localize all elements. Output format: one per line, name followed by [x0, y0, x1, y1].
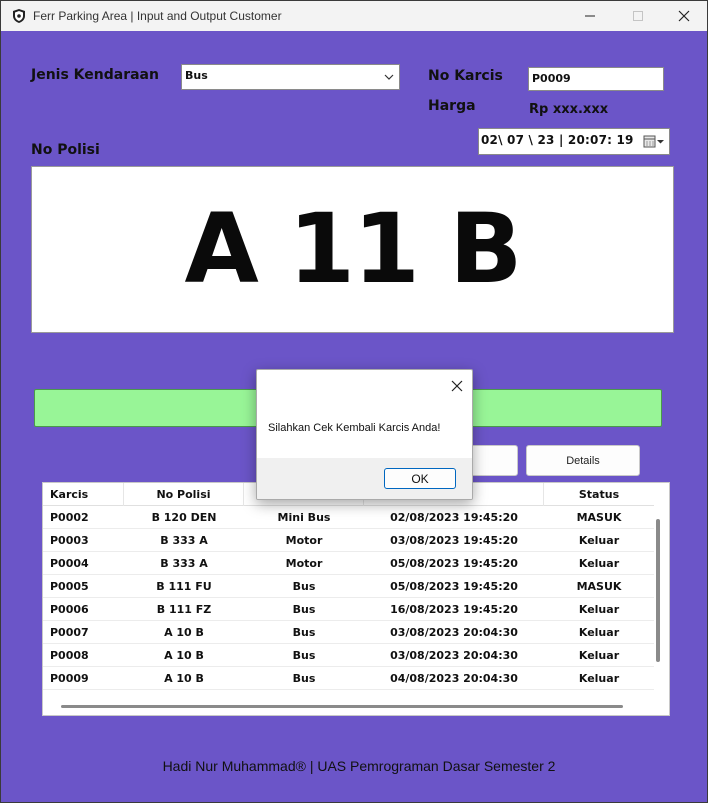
cell-status: Keluar	[578, 603, 620, 616]
cell-waktu: 05/08/2023 19:45:20	[390, 580, 518, 593]
datetime-picker[interactable]: 02\ 07 \ 23 | 20:07: 19	[478, 128, 670, 155]
main-window: Ferr Parking Area | Input and Output Cus…	[0, 0, 708, 803]
cell-karcis: P0005	[50, 580, 89, 593]
shield-icon	[13, 9, 25, 23]
cell-no-polisi: B 333 A	[160, 534, 208, 547]
cell-jenis: Mini Bus	[277, 511, 331, 524]
customer-table[interactable]: Karcis No Polisi Status P0002 B 120 DEN …	[42, 482, 670, 716]
close-window-button[interactable]	[661, 1, 707, 31]
header-no-polisi[interactable]: No Polisi	[124, 483, 244, 506]
harga-value: Rp xxx.xxx	[529, 102, 609, 117]
table-row[interactable]: P0008 A 10 B Bus 03/08/2023 20:04:30 Kel…	[43, 644, 654, 667]
table-row[interactable]: P0007 A 10 B Bus 03/08/2023 20:04:30 Kel…	[43, 621, 654, 644]
table-row[interactable]: P0003 B 333 A Motor 03/08/2023 19:45:20 …	[43, 529, 654, 552]
harga-label: Harga	[428, 98, 476, 114]
jenis-kendaraan-dropdown[interactable]: Bus	[181, 64, 400, 90]
jenis-kendaraan-value: Bus	[185, 69, 208, 82]
title-bar[interactable]: Ferr Parking Area | Input and Output Cus…	[1, 1, 707, 31]
close-icon	[678, 10, 690, 22]
jenis-kendaraan-label: Jenis Kendaraan	[31, 67, 159, 83]
cell-waktu: 03/08/2023 20:04:30	[390, 626, 518, 639]
cell-waktu: 03/08/2023 19:45:20	[390, 534, 518, 547]
cell-karcis: P0008	[50, 649, 89, 662]
table-row[interactable]: P0002 B 120 DEN Mini Bus 02/08/2023 19:4…	[43, 506, 654, 529]
message-dialog: Silahkan Cek Kembali Karcis Anda! OK	[256, 369, 473, 500]
plate-display: A 11 B	[31, 166, 674, 333]
cell-status: Keluar	[578, 626, 620, 639]
table-row[interactable]: P0004 B 333 A Motor 05/08/2023 19:45:20 …	[43, 552, 654, 575]
cell-waktu: 02/08/2023 19:45:20	[390, 511, 518, 524]
cell-jenis: Bus	[292, 672, 316, 685]
cell-karcis: P0004	[50, 557, 89, 570]
cell-jenis: Motor	[285, 534, 323, 547]
cell-waktu: 16/08/2023 19:45:20	[390, 603, 518, 616]
table-row[interactable]: P0006 B 111 FZ Bus 16/08/2023 19:45:20 K…	[43, 598, 654, 621]
cell-no-polisi: B 120 DEN	[151, 511, 217, 524]
vertical-scrollbar[interactable]	[656, 519, 660, 662]
cell-no-polisi: A 10 B	[164, 672, 204, 685]
chevron-down-icon	[384, 74, 394, 80]
table-row[interactable]: P0005 B 111 FU Bus 05/08/2023 19:45:20 M…	[43, 575, 654, 598]
horizontal-scrollbar[interactable]	[61, 705, 623, 708]
table-body: Karcis No Polisi Status P0002 B 120 DEN …	[43, 483, 654, 695]
ok-button[interactable]: OK	[384, 468, 456, 489]
cell-status: MASUK	[576, 580, 622, 593]
cell-jenis: Bus	[292, 649, 316, 662]
details-button[interactable]: Details	[526, 445, 640, 476]
no-polisi-label: No Polisi	[31, 142, 100, 158]
cell-waktu: 05/08/2023 19:45:20	[390, 557, 518, 570]
cell-karcis: P0007	[50, 626, 89, 639]
minimize-button[interactable]	[567, 1, 613, 31]
cell-karcis: P0003	[50, 534, 89, 547]
cell-jenis: Bus	[292, 603, 316, 616]
minimize-icon	[585, 15, 595, 17]
table-row[interactable]: P0009 A 10 B Bus 04/08/2023 20:04:30 Kel…	[43, 667, 654, 690]
cell-jenis: Bus	[292, 626, 316, 639]
maximize-icon	[633, 11, 643, 21]
cell-jenis: Bus	[292, 580, 316, 593]
cell-status: Keluar	[578, 557, 620, 570]
cell-no-polisi: B 111 FU	[156, 580, 212, 593]
datetime-value: 02\ 07 \ 23 | 20:07: 19	[481, 133, 634, 147]
plate-number-text: A 11 B	[184, 193, 523, 305]
cell-karcis: P0002	[50, 511, 89, 524]
window-title: Ferr Parking Area | Input and Output Cus…	[33, 9, 282, 23]
cell-waktu: 04/08/2023 20:04:30	[390, 672, 518, 685]
dialog-button-area: OK	[257, 458, 472, 499]
cell-no-polisi: B 111 FZ	[156, 603, 212, 616]
cell-status: Keluar	[578, 649, 620, 662]
calendar-dropdown-icon[interactable]	[643, 134, 665, 150]
cell-status: Keluar	[578, 534, 620, 547]
cell-no-polisi: B 333 A	[160, 557, 208, 570]
dialog-close-button[interactable]	[447, 376, 467, 396]
cell-karcis: P0006	[50, 603, 89, 616]
cell-no-polisi: A 10 B	[164, 649, 204, 662]
cell-status: Keluar	[578, 672, 620, 685]
header-status[interactable]: Status	[544, 483, 654, 506]
no-karcis-input[interactable]: P0009	[528, 67, 664, 91]
cell-karcis: P0009	[50, 672, 89, 685]
footer-credit: Hadi Nur Muhammad® | UAS Pemrograman Das…	[162, 758, 556, 774]
no-karcis-label: No Karcis	[428, 68, 503, 84]
cell-jenis: Motor	[285, 557, 323, 570]
dialog-message: Silahkan Cek Kembali Karcis Anda!	[268, 422, 441, 434]
maximize-button[interactable]	[615, 1, 661, 31]
cell-status: MASUK	[576, 511, 622, 524]
header-karcis[interactable]: Karcis	[43, 483, 124, 506]
cell-waktu: 03/08/2023 20:04:30	[390, 649, 518, 662]
cell-no-polisi: A 10 B	[164, 626, 204, 639]
no-karcis-value: P0009	[532, 72, 571, 85]
